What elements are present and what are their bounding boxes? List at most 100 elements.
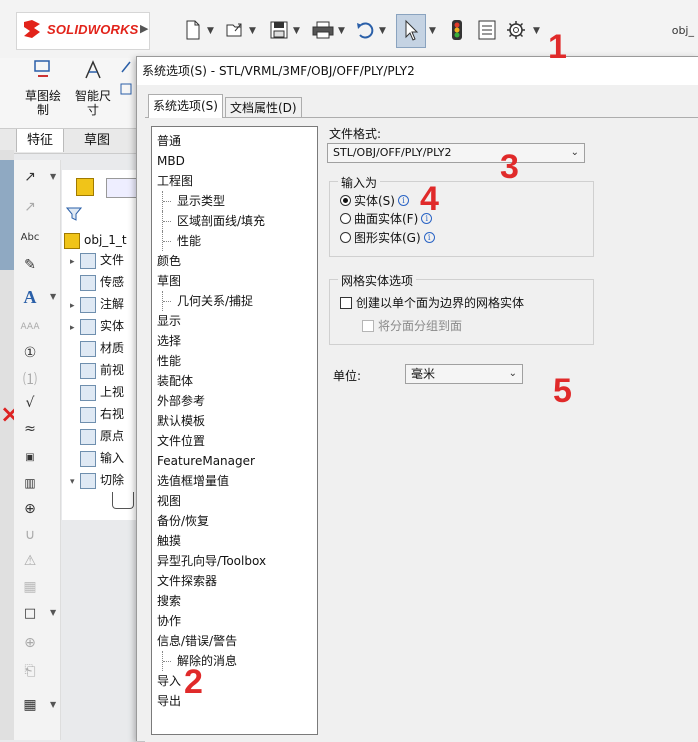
expand-icon[interactable]: ▸ [70,296,80,316]
checkbox-icon[interactable] [362,320,374,332]
tree-root[interactable]: obj_1_t [64,230,127,250]
solidworks-logo[interactable]: SOLIDWORKS [16,12,150,50]
nav-item[interactable]: 视图 [157,491,181,511]
traffic-light-icon[interactable] [445,18,469,42]
collapse-icon[interactable]: ▾ [70,472,80,492]
tree-item[interactable]: ▸ 实体 [70,316,124,336]
options-gear-icon[interactable] [504,18,528,42]
hatch-icon[interactable]: ▦ [19,576,41,598]
nav-item[interactable]: 几何关系/捕捉 [162,291,253,311]
tab-document-properties[interactable]: 文档属性(D) [225,97,302,117]
quick-snap-icon[interactable]: ↗ [19,166,41,188]
print-dropdown-icon[interactable]: ▼ [338,26,345,36]
nav-item[interactable]: 草图 [157,271,181,291]
menu-expand-icon[interactable]: ▶ [140,22,148,35]
vtool-dropdown-icon[interactable]: ▼ [50,172,56,181]
nav-item[interactable]: FeatureManager [157,451,255,471]
nav-item[interactable]: 导入 [157,671,181,691]
tree-item[interactable]: 右视 [70,404,124,424]
new-document-icon[interactable] [181,18,205,42]
linear-note-icon[interactable]: AAA [19,316,41,338]
file-properties-icon[interactable] [475,18,499,42]
surface-finish-icon[interactable]: √ [19,392,41,414]
block-icon[interactable]: □ [19,602,41,624]
undo-dropdown-icon[interactable]: ▼ [379,26,386,36]
tab-features[interactable]: 特征 [16,129,65,152]
nav-item[interactable]: 文件位置 [157,431,205,451]
geometric-tolerance-icon[interactable]: ▣ [19,446,41,468]
tree-item[interactable]: 上视 [70,382,124,402]
radio-graphics-body[interactable]: 图形实体(G) i [340,229,435,247]
nav-item[interactable]: 颜色 [157,251,181,271]
table-dropdown-icon[interactable]: ▼ [50,700,56,709]
nav-item[interactable]: MBD [157,151,185,171]
save-dropdown-icon[interactable]: ▼ [293,26,300,36]
centerline-icon[interactable]: ⎗ [19,660,41,682]
checkbox-icon[interactable] [340,297,352,309]
nav-item[interactable]: 外部参考 [157,391,205,411]
nav-item[interactable]: 默认模板 [157,411,205,431]
note-icon[interactable]: A [19,286,41,308]
nav-item[interactable]: 搜索 [157,591,181,611]
tree-item[interactable]: 前视 [70,360,124,380]
nav-item[interactable]: 文件探索器 [157,571,217,591]
weld-symbol-icon[interactable]: ≈ [19,418,41,440]
radio-button-icon[interactable] [340,232,351,243]
undo-icon[interactable] [353,18,377,42]
tree-item[interactable]: ▸ 文件 [70,250,124,270]
radio-button-icon[interactable] [340,195,351,206]
nav-item[interactable]: 性能 [162,231,201,251]
expand-icon[interactable]: ▸ [70,318,80,338]
nav-item[interactable]: 普通 [157,131,181,151]
balloon-icon[interactable]: ① [19,342,41,364]
nav-item[interactable]: 信息/错误/警告 [157,631,237,651]
nav-item[interactable]: 装配体 [157,371,193,391]
file-format-select[interactable]: STL/OBJ/OFF/PLY/PLY2 ⌄ [327,143,585,163]
nav-item[interactable]: 工程图 [157,171,193,191]
nav-item[interactable]: 性能 [157,351,181,371]
print-icon[interactable] [311,18,335,42]
info-icon[interactable]: i [423,232,435,243]
radio-solid-body[interactable]: 实体(S) i [340,192,409,210]
note-dropdown-icon[interactable]: ▼ [50,292,56,301]
tree-item[interactable]: 输入 [70,448,124,468]
tab-system-options[interactable]: 系统选项(S) [148,94,223,118]
radio-button-icon[interactable] [340,213,351,224]
mesh-face-checkbox[interactable]: 创建以单个面为边界的网格实体 [340,294,524,312]
smart-dimension-button[interactable]: 智能尺 寸 [70,58,116,117]
datum-feature-icon[interactable]: ▥ [19,472,41,494]
sketch-button[interactable]: 草图绘 制 [20,58,66,117]
ribbon-more-icon[interactable] [118,58,136,118]
feature-tree-tab-icon[interactable] [76,178,94,196]
new-dropdown-icon[interactable]: ▼ [207,26,214,36]
nav-item[interactable]: 异型孔向导/Toolbox [157,551,266,571]
nav-item[interactable]: 导出 [157,691,181,711]
dimension-icon[interactable]: ↗ [19,196,41,218]
nav-item[interactable]: 显示 [157,311,181,331]
hole-callout-icon[interactable]: ∪ [19,524,41,546]
nav-item[interactable]: 显示类型 [162,191,225,211]
nav-item[interactable]: 备份/恢复 [157,511,209,531]
tree-item[interactable]: ▾ 切除 [70,470,124,490]
tree-item[interactable]: 传感 [70,272,124,292]
nav-item[interactable]: 选值框增量值 [157,471,229,491]
nav-item[interactable]: 触摸 [157,531,181,551]
tab-sketch[interactable]: 草图 [74,129,120,152]
datum-target-icon[interactable]: ⊕ [19,498,41,520]
options-dropdown-icon[interactable]: ▼ [533,26,540,36]
tree-item[interactable]: 材质 [70,338,124,358]
table-icon[interactable]: ▦ [19,694,41,716]
tree-item[interactable]: 原点 [70,426,124,446]
nav-item[interactable]: 区域剖面线/填充 [162,211,265,231]
warning-icon[interactable]: ⚠ [19,550,41,572]
open-dropdown-icon[interactable]: ▼ [249,26,256,36]
select-dropdown-icon[interactable]: ▼ [429,26,436,36]
save-icon[interactable] [267,18,291,42]
filter-icon[interactable] [65,206,83,225]
tree-item[interactable]: ▸ 注解 [70,294,124,314]
select-pointer-icon[interactable] [396,14,426,48]
auto-balloon-icon[interactable]: ⑴ [19,368,41,390]
radio-surface-body[interactable]: 曲面实体(F) i [340,210,433,228]
info-icon[interactable]: i [397,195,409,206]
spell-check-icon[interactable]: Abc [19,226,41,248]
